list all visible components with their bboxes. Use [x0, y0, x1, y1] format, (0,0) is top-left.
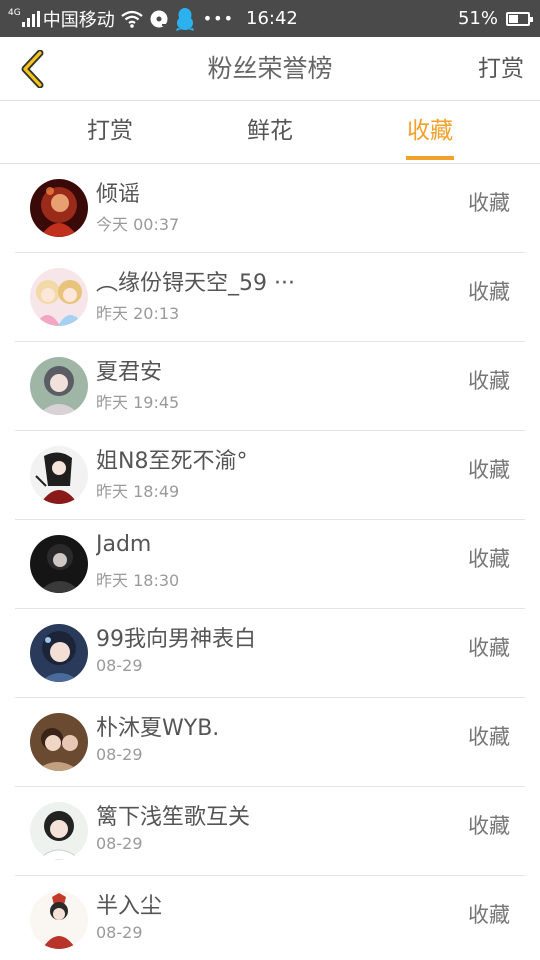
avatar: [30, 357, 88, 415]
status-left: 4G 中国移动 •••: [8, 0, 234, 37]
fan-time: 08-29: [96, 923, 143, 942]
fan-time: 昨天 20:13: [96, 304, 180, 323]
page-title: 粉丝荣誉榜: [207, 54, 333, 83]
active-tab-indicator: [406, 156, 454, 160]
screen: 4G 中国移动 ••• 16:42 51% 粉丝荣誉榜 打赏 打赏 鲜花 收藏 …: [0, 0, 540, 960]
qq-penguin-icon: [175, 7, 195, 31]
list-item[interactable]: 半入尘 08-29 收藏: [0, 876, 540, 960]
music-disc-icon: [149, 9, 169, 29]
avatar: [30, 891, 88, 949]
fan-action-label: 收藏: [468, 369, 510, 393]
fan-name: Jadm: [96, 532, 152, 557]
battery-percent: 51%: [457, 8, 498, 29]
fan-time: 今天 00:37: [96, 215, 180, 234]
fan-action-label: 收藏: [468, 280, 510, 304]
signal-icon: [21, 10, 40, 27]
fan-time: 昨天 18:49: [96, 482, 180, 501]
list-item[interactable]: Jadm 昨天 18:30 收藏: [0, 520, 540, 609]
fan-action-label: 收藏: [468, 547, 510, 571]
fan-action-label: 收藏: [468, 903, 510, 927]
reward-button[interactable]: 打赏: [478, 37, 524, 101]
fan-name: ︵缘份锝天空_59 ···: [96, 271, 295, 296]
avatar: [30, 535, 88, 593]
fan-name: 倾谣: [96, 182, 141, 207]
tab-favorites[interactable]: 收藏: [406, 101, 454, 164]
avatar: [30, 802, 88, 860]
fan-action-label: 收藏: [468, 191, 510, 215]
fan-name: 篱下浅笙歌互关: [96, 805, 251, 830]
tab-label: 打赏: [87, 118, 133, 144]
list-item[interactable]: 姐N8至死不渝° 昨天 18:49 收藏: [0, 431, 540, 520]
list-item[interactable]: 夏君安 昨天 19:45 收藏: [0, 342, 540, 431]
fan-name: 半入尘: [96, 894, 163, 919]
tab-bar: 打赏 鲜花 收藏: [0, 101, 540, 164]
list-item[interactable]: ︵缘份锝天空_59 ··· 昨天 20:13 收藏: [0, 253, 540, 342]
fan-action-label: 收藏: [468, 636, 510, 660]
status-right: 51%: [457, 0, 533, 37]
fan-action-label: 收藏: [468, 725, 510, 749]
list-item[interactable]: 倾谣 今天 00:37 收藏: [0, 164, 540, 253]
carrier-name: 中国移动: [42, 9, 115, 31]
fan-action-label: 收藏: [468, 458, 510, 482]
list-item[interactable]: 篱下浅笙歌互关 08-29 收藏: [0, 787, 540, 876]
status-bar: 4G 中国移动 ••• 16:42 51%: [0, 0, 540, 37]
tab-flowers[interactable]: 鲜花: [246, 101, 294, 164]
list-item[interactable]: 朴沐夏WYB. 08-29 收藏: [0, 698, 540, 787]
fan-time: 昨天 19:45: [96, 393, 180, 412]
tab-reward[interactable]: 打赏: [86, 101, 134, 164]
tab-label: 鲜花: [247, 118, 293, 144]
fan-list: 倾谣 今天 00:37 收藏 ︵缘份锝天空_59 ··· 昨天 20:13 收藏: [0, 164, 540, 960]
avatar: [30, 179, 88, 237]
list-item[interactable]: 99我向男神表白 08-29 收藏: [0, 609, 540, 698]
app-header: 粉丝荣誉榜 打赏: [0, 37, 540, 101]
avatar: [30, 268, 88, 326]
fan-name: 99我向男神表白: [96, 627, 256, 652]
fan-time: 昨天 18:30: [96, 571, 180, 590]
clock: 16:42: [246, 8, 298, 29]
more-dots-icon: •••: [202, 9, 235, 28]
network-type: 4G: [8, 7, 21, 18]
fan-time: 08-29: [96, 656, 143, 675]
avatar: [30, 446, 88, 504]
wifi-icon: [121, 10, 143, 28]
tab-label: 收藏: [407, 118, 453, 144]
fan-name: 夏君安: [96, 360, 163, 385]
fan-time: 08-29: [96, 834, 143, 853]
fan-action-label: 收藏: [468, 814, 510, 838]
fan-name: 姐N8至死不渝°: [96, 449, 248, 474]
battery-fill: [509, 14, 518, 23]
avatar: [30, 713, 88, 771]
avatar: [30, 624, 88, 682]
battery-icon: [506, 11, 533, 26]
fan-time: 08-29: [96, 745, 143, 764]
fan-name: 朴沐夏WYB.: [96, 716, 220, 741]
